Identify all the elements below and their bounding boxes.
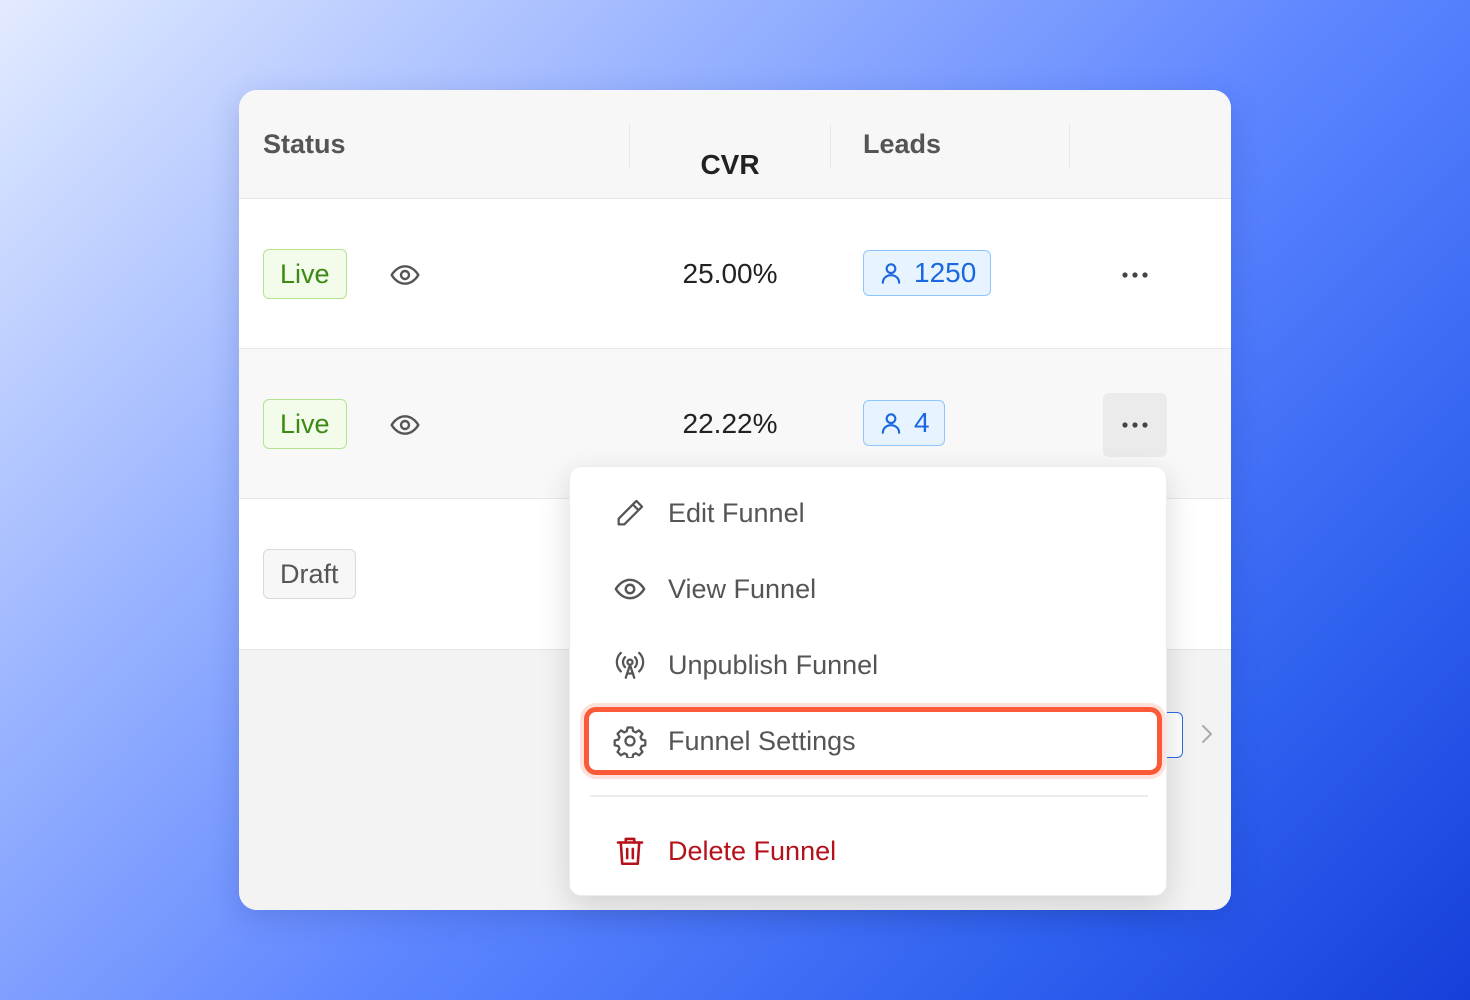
cvr-value: 25.00% bbox=[682, 258, 778, 289]
menu-item-label: Delete Funnel bbox=[668, 836, 837, 866]
leads-badge[interactable]: 1250 bbox=[863, 250, 992, 296]
menu-item-label: Edit Funnel bbox=[668, 498, 805, 528]
menu-item-edit-funnel[interactable]: Edit Funnel bbox=[570, 475, 1168, 551]
gear-icon bbox=[613, 726, 647, 758]
more-actions-button[interactable] bbox=[1103, 243, 1167, 307]
leads-count: 1250 bbox=[914, 257, 977, 288]
menu-item-delete-funnel[interactable]: Delete Funnel bbox=[570, 813, 1168, 889]
leads-badge[interactable]: 4 bbox=[863, 400, 945, 446]
funnel-actions-menu: Edit Funnel View Funnel Unpublish Funnel… bbox=[569, 466, 1167, 896]
column-divider bbox=[830, 124, 831, 168]
column-divider bbox=[1069, 124, 1070, 168]
menu-item-label: Funnel Settings bbox=[668, 726, 856, 756]
trash-icon bbox=[616, 837, 644, 866]
menu-divider bbox=[590, 795, 1148, 797]
table-row: Live 25.00% 1250 bbox=[239, 199, 1231, 349]
broadcast-icon bbox=[615, 651, 645, 679]
status-badge: Live bbox=[263, 249, 347, 299]
chevron-right-icon[interactable] bbox=[1197, 722, 1217, 746]
menu-item-label: Unpublish Funnel bbox=[668, 650, 879, 680]
pencil-icon bbox=[617, 499, 644, 526]
user-icon bbox=[881, 413, 901, 434]
menu-item-unpublish-funnel[interactable]: Unpublish Funnel bbox=[570, 627, 1168, 703]
eye-icon[interactable] bbox=[389, 409, 421, 441]
more-actions-button[interactable] bbox=[1103, 393, 1167, 457]
column-header-leads[interactable]: Leads bbox=[863, 90, 941, 199]
status-badge: Live bbox=[263, 399, 347, 449]
eye-icon bbox=[614, 578, 646, 600]
column-header-status[interactable]: Status bbox=[263, 90, 346, 199]
status-badge: Draft bbox=[263, 549, 356, 599]
menu-item-view-funnel[interactable]: View Funnel bbox=[570, 551, 1168, 627]
menu-item-funnel-settings[interactable]: Funnel Settings bbox=[570, 703, 1168, 779]
menu-item-label: View Funnel bbox=[668, 574, 817, 604]
table-header: Status CVR Leads bbox=[239, 90, 1231, 199]
leads-count: 4 bbox=[914, 407, 930, 438]
user-icon bbox=[881, 263, 901, 284]
more-horizontal-icon bbox=[1122, 422, 1148, 428]
eye-icon[interactable] bbox=[389, 259, 421, 291]
more-horizontal-icon bbox=[1122, 272, 1148, 278]
